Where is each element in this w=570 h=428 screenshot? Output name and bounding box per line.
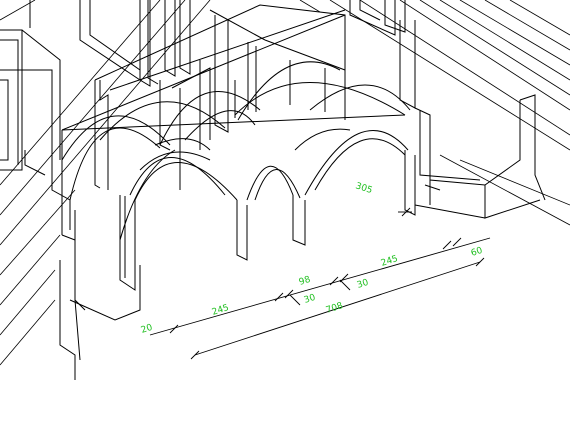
dimension-label-60: 60 [470,246,484,259]
arch-curve [134,162,238,201]
dimension-tick [452,237,462,247]
projection-line [439,154,570,226]
projection-line [484,0,570,51]
right-wing-outline [414,100,521,186]
arcade-base [69,265,141,321]
projection-lines [0,0,570,366]
dimension-tick [442,240,452,250]
projection-line [359,0,570,136]
arcade-top-edge [61,114,406,131]
arcade-base [59,260,76,380]
dimension-label-20: 20 [140,323,154,336]
dimension-label-30-b: 30 [356,278,370,291]
dimension-tick [329,276,339,286]
column-outline [164,0,176,77]
right-wing-outline [484,185,541,219]
rear-wall-outline [171,67,211,140]
dimension-line-chain [149,237,491,336]
rear-wall-outline [264,39,346,71]
right-wing-outline [414,204,486,219]
dimension-label-30-a: 30 [303,293,317,306]
projection-line [0,189,76,276]
dimension-label-305: 305 [354,181,373,196]
column-outline [349,0,396,36]
dimension-tick [475,257,485,267]
arcade-front [59,14,416,380]
vault-rib [294,128,351,151]
projection-line [0,234,61,306]
dimension-label-245-left: 245 [211,303,230,318]
arcade-pier [119,195,136,291]
projection-line [0,0,186,216]
wall-outline [0,79,9,161]
right-wing-outline [419,110,481,181]
wall-outline [0,29,23,171]
projection-line [419,0,570,96]
column-outline [359,0,381,21]
arch-curve [246,165,294,201]
wall-outline [21,29,61,160]
projection-line [459,0,570,66]
dimension-lines [149,207,491,360]
column-outline [209,9,266,41]
projection-line [459,159,570,206]
arcade-top-edge [61,210,76,241]
dimension-labels: 305 245 60 98 30 30 245 20 708 [140,181,484,336]
arcade-pier [292,195,306,246]
wall-outline [24,150,46,176]
arcade-base [74,299,81,361]
right-wing [414,94,546,219]
arcade-pier [236,200,248,261]
column-outline [399,20,416,109]
arcade-pier [74,210,86,311]
cad-viewport[interactable]: 305 245 60 98 30 30 245 20 708 [0,0,570,428]
vault-rib [139,151,211,171]
extension-line [339,279,351,291]
wireframe-drawing: 305 245 60 98 30 30 245 20 708 [0,0,570,380]
projection-line [399,0,570,111]
wall-outline [79,0,141,81]
projection-line [509,0,570,36]
wall-outline [89,0,141,71]
vault-rib [184,110,256,141]
arcade-pier [404,150,416,216]
arch-curve [129,157,226,196]
dimension-label-98: 98 [298,275,312,288]
projection-line [0,269,56,336]
rear-wall-outline [94,80,101,189]
dimension-label-708: 708 [325,301,345,316]
right-wing-outline [424,184,441,191]
dimension-label-245-right: 245 [380,254,399,269]
wall-outline [0,39,19,165]
dimension-tick [190,350,200,360]
rear-wall [94,4,346,190]
extension-line [289,294,301,306]
projection-line [0,0,211,246]
projection-line [0,299,56,366]
vault-rib [154,138,211,151]
